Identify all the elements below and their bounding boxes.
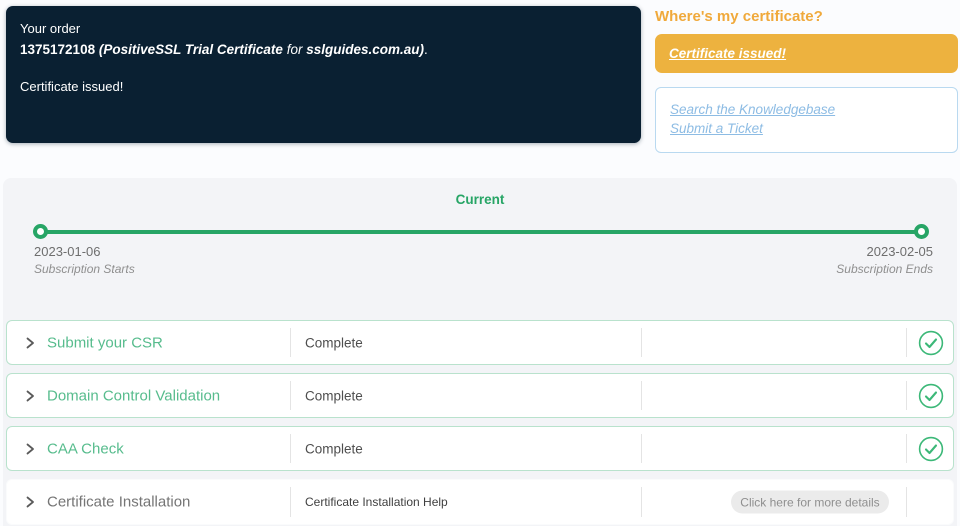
order-status-text: Certificate issued! — [20, 79, 124, 94]
timeline-end-dot — [914, 224, 929, 239]
chevron-right-icon — [23, 442, 37, 456]
step-status: Complete — [305, 335, 363, 350]
more-details-button[interactable]: Click here for more details — [731, 490, 889, 514]
step-title: Certificate Installation — [47, 493, 191, 511]
order-summary-box: Your order 1375172108 (PositiveSSL Trial… — [6, 6, 641, 143]
certificate-issued-button[interactable]: Certificate issued! — [655, 34, 958, 73]
chevron-right-icon — [23, 336, 37, 350]
product-name: (PositiveSSL Trial Certificate — [98, 42, 283, 57]
step-row-submit-csr[interactable]: Submit your CSR Complete — [6, 320, 954, 365]
domain-name: sslguides.com.au) — [306, 42, 425, 57]
step-status: Certificate Installation Help — [305, 495, 448, 509]
timeline-current-label: Current — [455, 192, 505, 207]
for-word: for — [286, 42, 303, 57]
step-title: CAA Check — [47, 440, 124, 457]
subscription-end: 2023-02-05 Subscription Ends — [836, 244, 933, 276]
order-description: 1375172108 (PositiveSSL Trial Certificat… — [20, 42, 627, 57]
end-date: 2023-02-05 — [866, 244, 934, 259]
step-row-domain-control-validation[interactable]: Domain Control Validation Complete — [6, 373, 954, 418]
chevron-right-icon — [23, 495, 37, 509]
check-circle-icon — [918, 383, 944, 409]
step-status: Complete — [305, 388, 363, 403]
order-label: Your order — [20, 21, 81, 36]
end-label: Subscription Ends — [836, 262, 933, 276]
timeline-start-dot — [33, 224, 48, 239]
step-title: Submit your CSR — [47, 334, 163, 351]
step-title: Domain Control Validation — [47, 387, 221, 404]
check-circle-icon — [918, 330, 944, 356]
timeline-line — [41, 230, 922, 234]
check-circle-icon — [918, 436, 944, 462]
step-status: Complete — [305, 441, 363, 456]
subscription-start: 2023-01-06 Subscription Starts — [34, 244, 135, 276]
start-date: 2023-01-06 — [34, 244, 101, 259]
order-number: 1375172108 — [20, 42, 96, 57]
knowledgebase-link[interactable]: Search the Knowledgebase — [670, 102, 835, 117]
certificate-panel: Where's my certificate? Certificate issu… — [655, 0, 958, 153]
submit-ticket-link[interactable]: Submit a Ticket — [670, 121, 763, 136]
certificate-issued-button-label: Certificate issued! — [669, 46, 787, 61]
start-label: Subscription Starts — [34, 262, 135, 276]
step-row-certificate-installation[interactable]: Certificate Installation Certificate Ins… — [6, 479, 954, 525]
panel-heading: Where's my certificate? — [655, 8, 823, 25]
help-links-box: Search the Knowledgebase Submit a Ticket — [655, 87, 958, 153]
step-row-caa-check[interactable]: CAA Check Complete — [6, 426, 954, 471]
chevron-right-icon — [23, 389, 37, 403]
period: . — [424, 42, 428, 57]
